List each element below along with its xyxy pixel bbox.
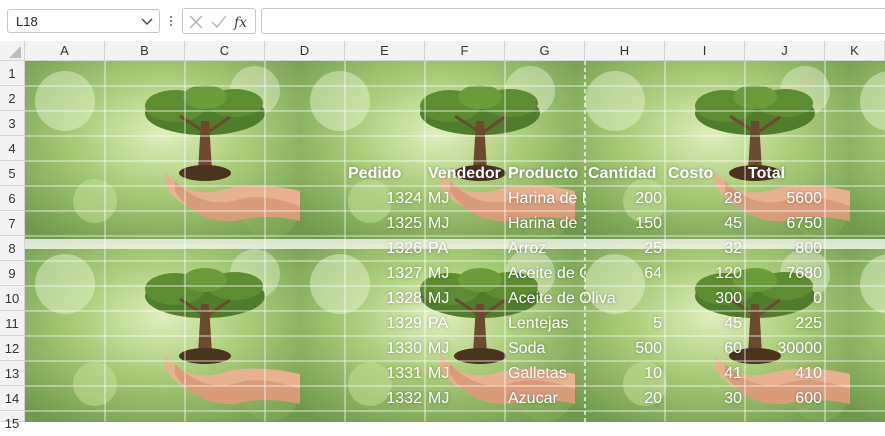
row-header-11[interactable]: 11 [0, 311, 25, 336]
cell-vendedor[interactable]: MJ [425, 211, 505, 236]
more-dots-icon[interactable] [168, 12, 174, 30]
cell-vendedor[interactable]: MJ [425, 286, 505, 311]
row-header-14[interactable]: 14 [0, 386, 25, 411]
row-header-12[interactable]: 12 [0, 336, 25, 361]
cell-pedido[interactable]: 1326 [345, 236, 425, 261]
cell-vendedor[interactable]: PA [425, 236, 505, 261]
chevron-down-icon[interactable] [139, 12, 155, 30]
svg-text:fx: fx [233, 15, 247, 31]
name-box-value: L18 [16, 14, 38, 29]
cell-vendedor[interactable]: MJ [425, 186, 505, 211]
column-header-a[interactable]: A [25, 41, 105, 61]
cell-pedido[interactable]: 1325 [345, 211, 425, 236]
row-header-13[interactable]: 13 [0, 361, 25, 386]
cell-pedido[interactable]: 1331 [345, 361, 425, 386]
column-header-k[interactable]: K [825, 41, 885, 61]
column-header-i[interactable]: I [665, 41, 745, 61]
cell-pedido[interactable]: 1328 [345, 286, 425, 311]
cell-total[interactable]: 6750 [745, 211, 825, 236]
cell-producto[interactable]: Soda [505, 336, 585, 361]
cell-total[interactable]: 800 [745, 236, 825, 261]
cell-producto[interactable]: Galletas [505, 361, 585, 386]
cell-costo[interactable]: 45 [665, 311, 745, 336]
cell-pedido[interactable]: 1332 [345, 386, 425, 411]
column-header-e[interactable]: E [345, 41, 425, 61]
cell-total[interactable]: 5600 [745, 186, 825, 211]
cell-producto[interactable]: Lentejas [505, 311, 585, 336]
row-header-2[interactable]: 2 [0, 86, 25, 111]
cell-producto[interactable]: Azucar [505, 386, 585, 411]
cell-cantidad[interactable]: 150 [585, 211, 665, 236]
column-header-h[interactable]: H [585, 41, 665, 61]
cell-cantidad[interactable]: 25 [585, 236, 665, 261]
column-header-f[interactable]: F [425, 41, 505, 61]
column-header-b[interactable]: B [105, 41, 185, 61]
header-total[interactable]: Total [745, 161, 825, 186]
cancel-x-icon[interactable] [187, 13, 205, 31]
row-header-8[interactable]: 8 [0, 236, 25, 261]
formula-bar: L18 fx [0, 0, 885, 40]
name-box[interactable]: L18 [7, 9, 160, 33]
cell-cantidad[interactable]: 500 [585, 336, 665, 361]
cell-total[interactable]: 0 [745, 286, 825, 311]
row-header-15[interactable]: 15 [0, 411, 25, 431]
cell-total[interactable]: 7680 [745, 261, 825, 286]
cell-cantidad[interactable]: 10 [585, 361, 665, 386]
header-producto[interactable]: Producto [505, 161, 585, 186]
cell-costo[interactable]: 300 [665, 286, 745, 311]
column-header-d[interactable]: D [265, 41, 345, 61]
cell-producto[interactable]: Harina de Maiz [505, 186, 585, 211]
cell-vendedor[interactable]: PA [425, 311, 505, 336]
column-header-j[interactable]: J [745, 41, 825, 61]
cell-cantidad[interactable]: 5 [585, 311, 665, 336]
cell-pedido[interactable]: 1327 [345, 261, 425, 286]
cell-pedido[interactable]: 1329 [345, 311, 425, 336]
row-header-6[interactable]: 6 [0, 186, 25, 211]
row-header-7[interactable]: 7 [0, 211, 25, 236]
cell-costo[interactable]: 120 [665, 261, 745, 286]
row-header-10[interactable]: 10 [0, 286, 25, 311]
fx-icon[interactable]: fx [233, 13, 251, 31]
header-costo[interactable]: Costo [665, 161, 745, 186]
cell-costo[interactable]: 45 [665, 211, 745, 236]
row-header-1[interactable]: 1 [0, 61, 25, 86]
select-all-triangle-icon [9, 46, 21, 58]
spreadsheet-grid[interactable]: A B C D E F G H I J K 1 2 3 4 5 6 7 8 9 … [0, 41, 885, 431]
cell-vendedor[interactable]: MJ [425, 386, 505, 411]
cell-total[interactable]: 30000 [745, 336, 825, 361]
header-cantidad[interactable]: Cantidad [585, 161, 665, 186]
cell-producto[interactable]: Aceite de Oliva [505, 261, 585, 286]
header-pedido[interactable]: Pedido [345, 161, 425, 186]
cell-costo[interactable]: 30 [665, 386, 745, 411]
cell-producto[interactable]: Harina de Trigo [505, 211, 585, 236]
cell-producto[interactable]: Arroz [505, 236, 585, 261]
cell-costo[interactable]: 41 [665, 361, 745, 386]
cell-costo[interactable]: 60 [665, 336, 745, 361]
cell-cantidad[interactable]: 64 [585, 261, 665, 286]
row-header-3[interactable]: 3 [0, 111, 25, 136]
formula-buttons: fx [182, 8, 256, 34]
header-vendedor[interactable]: Vendedor [425, 161, 505, 186]
cell-vendedor[interactable]: MJ [425, 261, 505, 286]
cell-costo[interactable]: 28 [665, 186, 745, 211]
cell-producto[interactable]: Aceite de Oliva [505, 286, 665, 311]
row-header-5[interactable]: 5 [0, 161, 25, 186]
cell-total[interactable]: 410 [745, 361, 825, 386]
formula-input[interactable] [261, 8, 885, 34]
cell-vendedor[interactable]: MJ [425, 361, 505, 386]
column-header-c[interactable]: C [185, 41, 265, 61]
cell-cantidad[interactable]: 20 [585, 386, 665, 411]
cell-pedido[interactable]: 1324 [345, 186, 425, 211]
select-all-corner[interactable] [0, 41, 25, 61]
row-header-4[interactable]: 4 [0, 136, 25, 161]
cell-total[interactable]: 600 [745, 386, 825, 411]
check-icon[interactable] [210, 13, 228, 31]
cell-pedido[interactable]: 1330 [345, 336, 425, 361]
cell-costo[interactable]: 32 [665, 236, 745, 261]
row-header-9[interactable]: 9 [0, 261, 25, 286]
cell-cantidad[interactable]: 200 [585, 186, 665, 211]
cell-vendedor[interactable]: MJ [425, 336, 505, 361]
column-header-g[interactable]: G [505, 41, 585, 61]
cell-total[interactable]: 225 [745, 311, 825, 336]
